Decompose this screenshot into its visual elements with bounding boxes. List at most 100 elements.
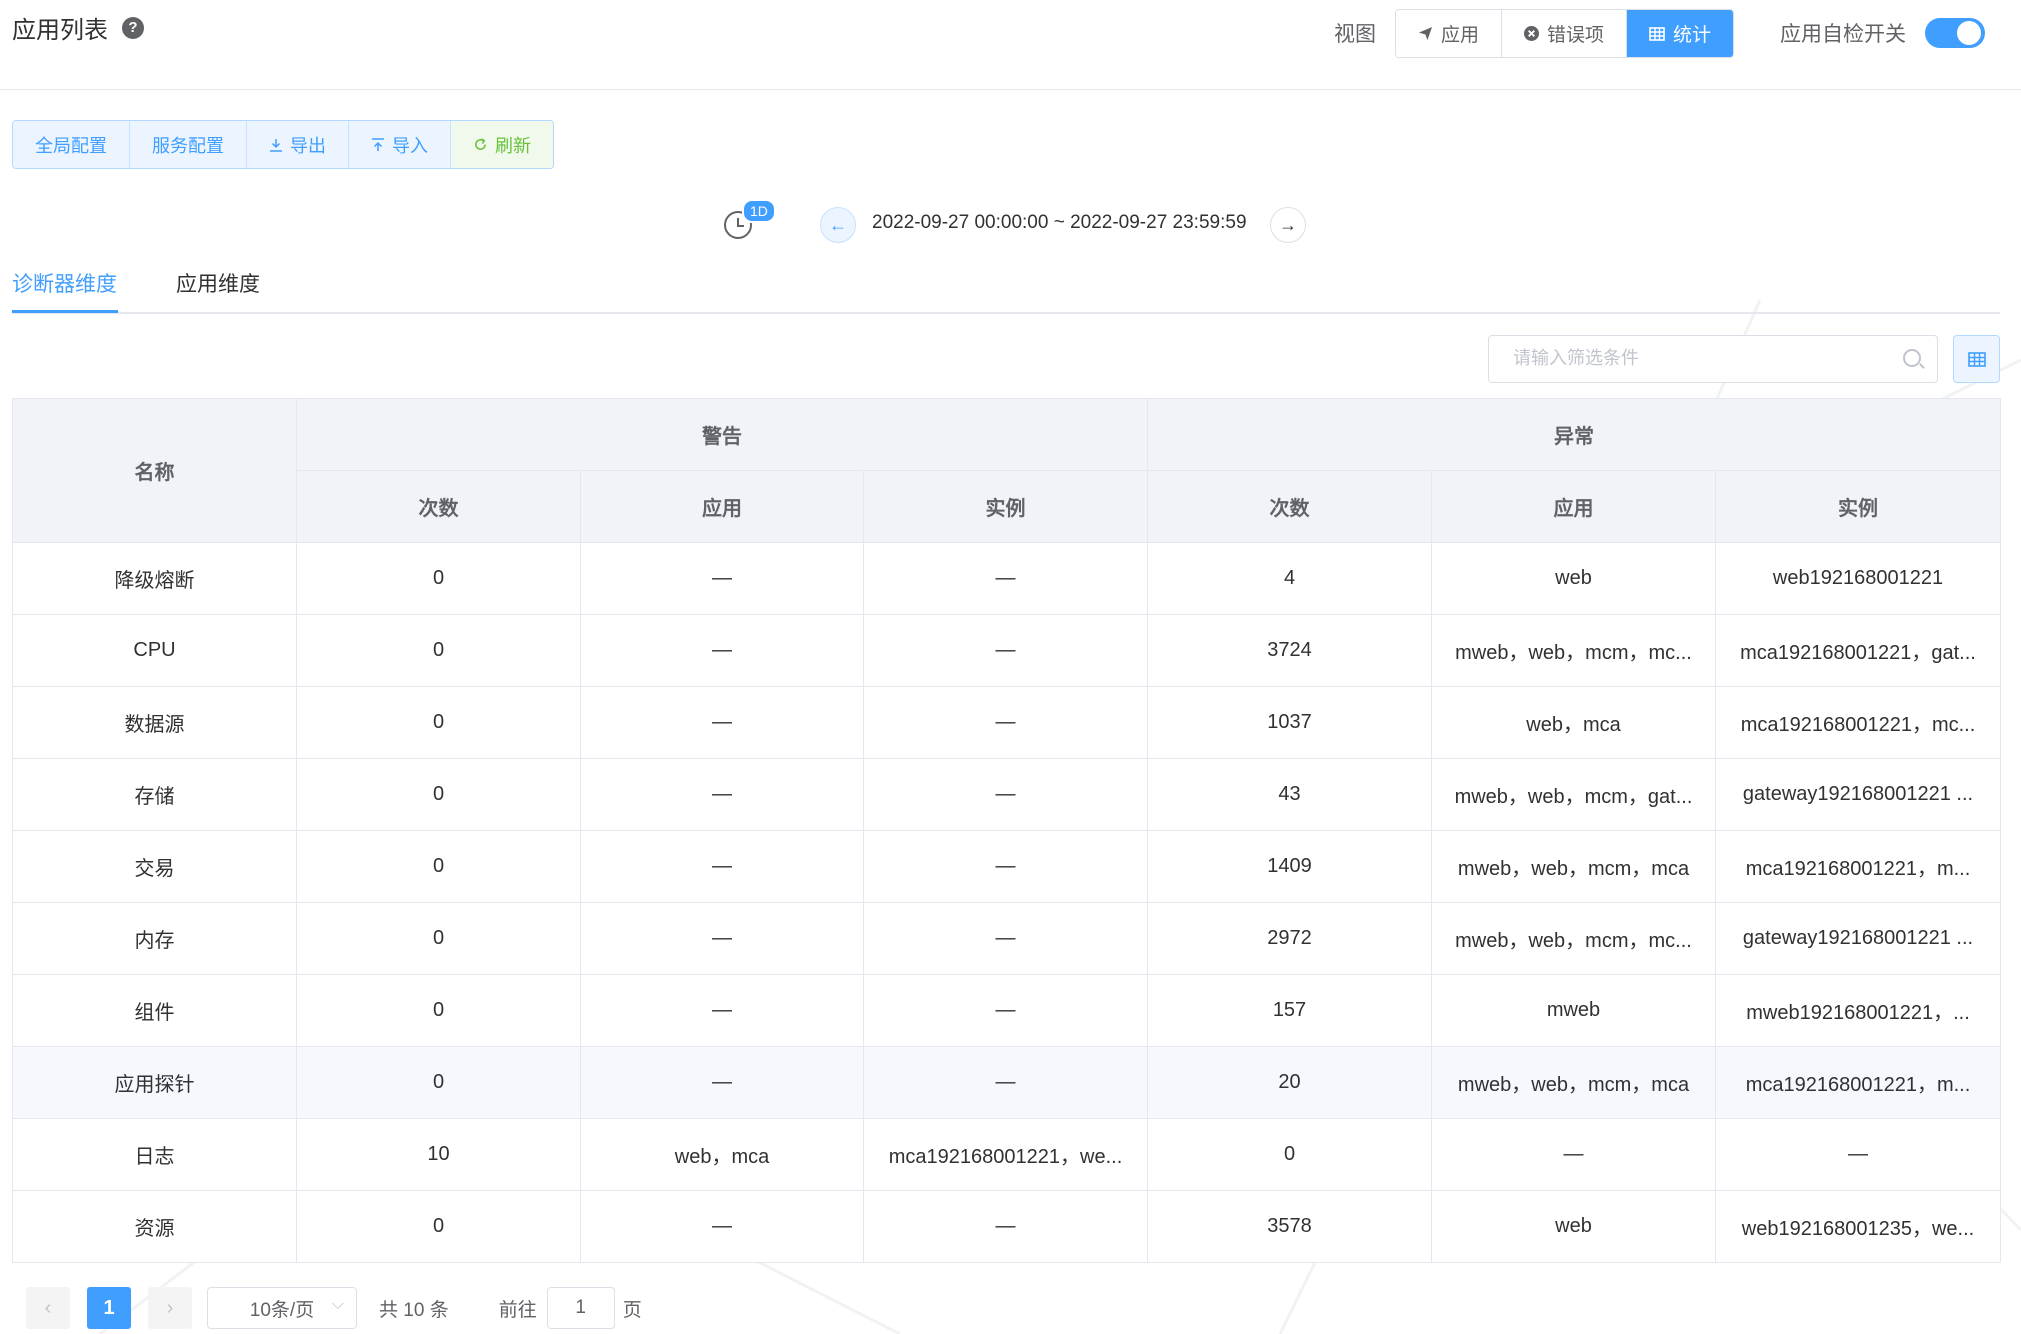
- time-range-text: 2022-09-27 00:00:00 ~ 2022-09-27 23:59:5…: [872, 212, 1247, 233]
- view-errors-button[interactable]: 错误项: [1502, 10, 1628, 57]
- chevron-left-icon: ‹: [44, 1296, 52, 1319]
- column-header-warning-app: 应用: [580, 470, 864, 543]
- cell-warning-app: —: [580, 1046, 864, 1119]
- cell-warning-count: 0: [296, 614, 581, 687]
- goto-page-input[interactable]: 1: [546, 1287, 615, 1329]
- cell-warning-app: —: [580, 974, 864, 1047]
- global-config-label: 全局配置: [35, 135, 107, 156]
- time-span-picker[interactable]: 1D: [724, 199, 776, 245]
- prev-page-button[interactable]: ‹: [26, 1287, 70, 1329]
- cell-error-app: mweb: [1431, 974, 1716, 1047]
- filter-box: [1488, 335, 1938, 383]
- cell-error-app: mweb，web，mcm，mc...: [1431, 902, 1716, 975]
- global-config-button[interactable]: 全局配置: [13, 121, 130, 168]
- cell-error-count: 0: [1147, 1118, 1432, 1191]
- page-title-text: 应用列表: [12, 17, 108, 44]
- cell-error-instance: web192168001221: [1715, 542, 2001, 615]
- table-row: 内存 0— —2972 mweb，web，mcm，mc... gateway192168…: [12, 902, 2001, 975]
- cell-error-count: 2972: [1147, 902, 1432, 975]
- cell-warning-instance: —: [863, 686, 1148, 759]
- table-row: 日志 10 web，mca mca192168001221，we... 0— —: [12, 1118, 2001, 1191]
- cell-warning-count: 0: [296, 1046, 581, 1119]
- cell-error-instance: mca192168001221，m...: [1715, 830, 2001, 903]
- cell-warning-instance: —: [863, 542, 1148, 615]
- grid-table-icon: [1967, 351, 1986, 367]
- header-bar: 应用列表 ? 视图 应用 错误项 统计 应用自检开关: [0, 0, 2021, 90]
- cell-warning-app: —: [580, 686, 864, 759]
- page-title: 应用列表 ?: [12, 10, 144, 45]
- cell-error-count: 3724: [1147, 614, 1432, 687]
- self-check-toggle[interactable]: [1925, 18, 1985, 48]
- cell-warning-instance: —: [863, 830, 1148, 903]
- action-toolbar: 全局配置 服务配置 导出 导入 刷新: [12, 120, 554, 169]
- page-size-value: 10条/页: [249, 1299, 315, 1321]
- cell-error-instance: gateway192168001221 ...: [1715, 902, 2001, 975]
- cell-name: 日志: [12, 1118, 297, 1191]
- search-icon[interactable]: [1903, 349, 1921, 367]
- time-span-badge: 1D: [742, 199, 776, 223]
- pagination: ‹ 1 › 10条/页 ⌵ 共 10 条 前往 1 页: [26, 1286, 642, 1330]
- dimension-tabs: 诊断器维度 应用维度: [12, 262, 2000, 314]
- page-size-select[interactable]: 10条/页 ⌵: [207, 1287, 357, 1329]
- cell-warning-app: —: [580, 1190, 864, 1263]
- cell-error-instance: —: [1715, 1118, 2001, 1191]
- cell-warning-instance: —: [863, 1190, 1148, 1263]
- view-stats-button[interactable]: 统计: [1627, 10, 1734, 57]
- arrow-right-icon: →: [1279, 214, 1297, 235]
- cell-error-instance: mca192168001221，mc...: [1715, 686, 2001, 759]
- cell-name: 交易: [12, 830, 297, 903]
- service-config-label: 服务配置: [152, 135, 224, 156]
- grid-table-icon: [1649, 26, 1665, 41]
- tab-diagnoser-dimension[interactable]: 诊断器维度: [12, 268, 117, 298]
- cell-warning-app: web，mca: [580, 1118, 864, 1191]
- cell-name: CPU: [12, 614, 297, 687]
- cell-warning-instance: —: [863, 902, 1148, 975]
- cell-name: 数据源: [12, 686, 297, 759]
- cell-error-instance: mca192168001221，gat...: [1715, 614, 2001, 687]
- cell-warning-app: —: [580, 830, 864, 903]
- table-row: 存储 0— —43 mweb，web，mcm，gat... gateway1921680…: [12, 758, 2001, 831]
- next-page-button[interactable]: ›: [148, 1287, 192, 1329]
- table-row: 数据源 0— —1037 web，mca mca192168001221，mc...: [12, 686, 2001, 759]
- export-button[interactable]: 导出: [247, 121, 349, 168]
- toggle-knob: [1957, 21, 1981, 45]
- arrow-left-icon: ←: [829, 214, 847, 235]
- cell-error-count: 20: [1147, 1046, 1432, 1119]
- cell-error-count: 1037: [1147, 686, 1432, 759]
- next-range-button[interactable]: →: [1270, 207, 1306, 243]
- cell-error-app: mweb，web，mcm，gat...: [1431, 758, 1716, 831]
- cell-warning-app: —: [580, 758, 864, 831]
- cell-error-app: web: [1431, 1190, 1716, 1263]
- refresh-icon: [475, 138, 486, 150]
- download-icon: [270, 138, 282, 152]
- cell-error-app: mweb，web，mcm，mc...: [1431, 614, 1716, 687]
- cell-warning-count: 0: [296, 902, 581, 975]
- cell-warning-count: 0: [296, 1190, 581, 1263]
- close-circle-icon: [1524, 26, 1540, 41]
- export-label: 导出: [290, 135, 326, 156]
- cell-name: 应用探针: [12, 1046, 297, 1119]
- filter-input[interactable]: [1511, 336, 1891, 380]
- cell-error-instance: web192168001235，we...: [1715, 1190, 2001, 1263]
- cell-warning-instance: mca192168001221，we...: [863, 1118, 1148, 1191]
- cell-name: 内存: [12, 902, 297, 975]
- cell-warning-count: 0: [296, 758, 581, 831]
- column-settings-button[interactable]: [1953, 335, 2000, 383]
- column-header-error-app: 应用: [1431, 470, 1716, 543]
- refresh-button[interactable]: 刷新: [451, 121, 553, 168]
- import-button[interactable]: 导入: [349, 121, 451, 168]
- view-app-button[interactable]: 应用: [1396, 10, 1503, 57]
- table-row: 降级熔断 0— —4 web web192168001221: [12, 542, 2001, 615]
- previous-range-button[interactable]: ←: [820, 207, 856, 243]
- page-suffix: 页: [622, 1299, 642, 1321]
- cell-error-count: 4: [1147, 542, 1432, 615]
- question-circle-icon[interactable]: ?: [122, 16, 144, 39]
- cell-warning-app: —: [580, 614, 864, 687]
- send-icon: [1418, 26, 1433, 41]
- import-label: 导入: [392, 135, 428, 156]
- service-config-button[interactable]: 服务配置: [130, 121, 247, 168]
- tab-app-dimension[interactable]: 应用维度: [176, 268, 260, 298]
- cell-error-instance: mca192168001221，m...: [1715, 1046, 2001, 1119]
- page-number-1[interactable]: 1: [87, 1287, 131, 1329]
- stats-table: 名称 警告 异常 次数 应用 实例 次数 应用 实例 降级熔断 0— —4 web we…: [12, 398, 2001, 1263]
